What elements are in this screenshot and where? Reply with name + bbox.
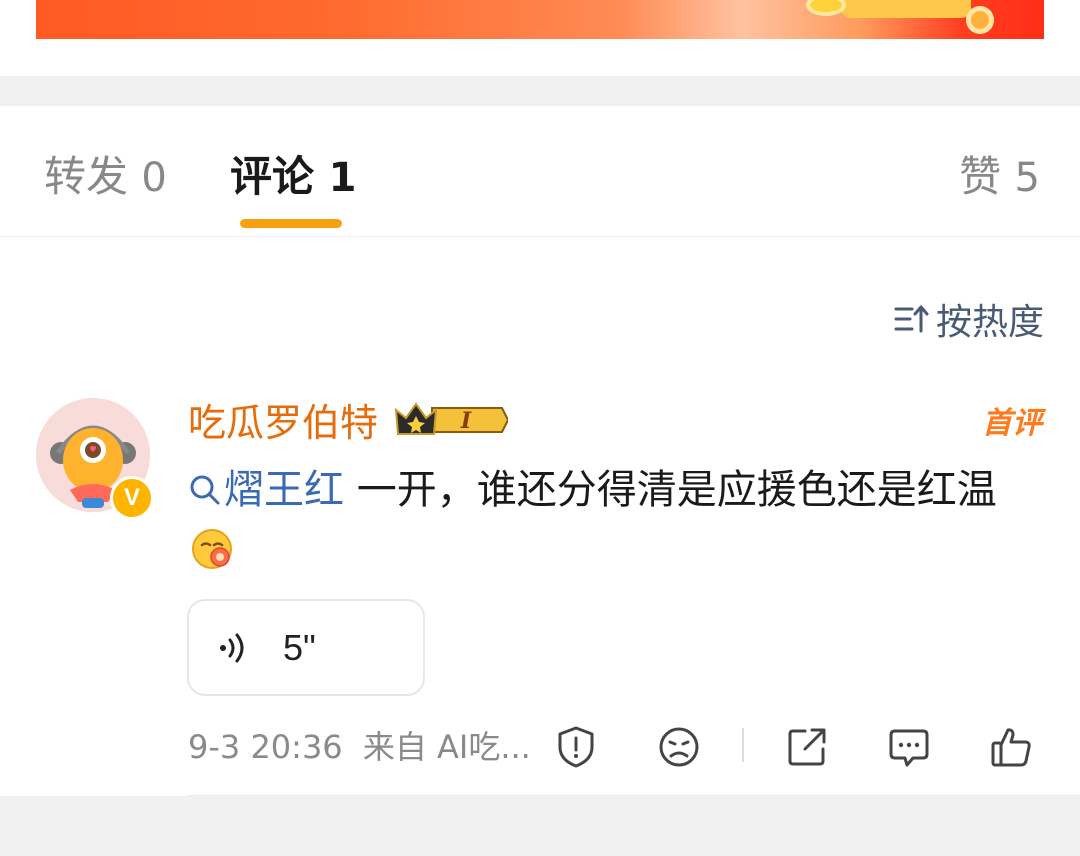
top-area xyxy=(0,0,1080,76)
shield-alert-icon xyxy=(558,726,594,768)
comment-source: 来自 AI吃... xyxy=(362,728,531,766)
promo-banner[interactable] xyxy=(36,0,1044,39)
comment-icon xyxy=(889,729,929,767)
frown-face-icon xyxy=(659,727,699,767)
report-button[interactable] xyxy=(552,723,600,771)
bottom-section-divider xyxy=(0,796,1080,856)
sort-label: 按热度 xyxy=(935,302,1044,343)
voice-message[interactable]: 5" xyxy=(187,599,425,696)
section-divider xyxy=(0,76,1080,106)
share-icon xyxy=(788,728,826,766)
sort-by-hot-button[interactable]: 按热度 xyxy=(894,296,1044,343)
tab-like-count: 5 xyxy=(1014,155,1040,201)
tab-repost-count: 0 xyxy=(141,155,167,201)
flower-icon xyxy=(966,6,994,34)
action-divider xyxy=(742,728,744,762)
search-icon xyxy=(190,475,220,505)
dislike-button[interactable] xyxy=(655,723,703,771)
tab-like-label: 赞 xyxy=(959,152,1002,201)
tab-repost[interactable]: 转发 0 xyxy=(44,150,167,205)
crown-level-badge: I xyxy=(394,402,508,435)
voice-wave-icon xyxy=(220,633,244,662)
active-tab-indicator xyxy=(240,219,342,228)
tab-repost-label: 转发 xyxy=(44,152,129,201)
comment-meta: 9-3 20:36 来自 AI吃... xyxy=(188,725,531,769)
tab-comment-label: 评论 xyxy=(230,152,315,201)
verified-badge: V xyxy=(110,476,154,520)
comment-text: 一开，谁还分得清是应援色还是红温 xyxy=(344,467,997,513)
tab-comment-count: 1 xyxy=(328,155,357,201)
level-badge-text: I xyxy=(460,408,472,434)
tab-comment[interactable]: 评论 1 xyxy=(230,150,356,205)
comment-username[interactable]: 吃瓜罗伯特 xyxy=(188,398,378,448)
reply-button[interactable] xyxy=(885,723,933,771)
emoji-icon xyxy=(192,529,232,569)
first-comment-badge: 首评 xyxy=(982,406,1042,441)
comment-body: 熠王红 一开，谁还分得清是应援色还是红温 xyxy=(188,460,1038,580)
tab-bar: 转发 0 评论 1 赞 5 xyxy=(0,106,1080,237)
share-button[interactable] xyxy=(783,723,831,771)
topic-text: 熠王红 xyxy=(224,467,344,513)
voice-duration: 5" xyxy=(283,626,316,668)
like-button[interactable] xyxy=(987,723,1035,771)
topic-link[interactable]: 熠王红 xyxy=(188,467,344,513)
thumbs-up-icon xyxy=(991,728,1031,767)
banner-decoration xyxy=(841,0,971,18)
tab-like[interactable]: 赞 5 xyxy=(959,150,1040,205)
flower-icon xyxy=(806,0,846,16)
comment-timestamp: 9-3 20:36 xyxy=(188,728,343,766)
sort-icon xyxy=(894,305,929,333)
